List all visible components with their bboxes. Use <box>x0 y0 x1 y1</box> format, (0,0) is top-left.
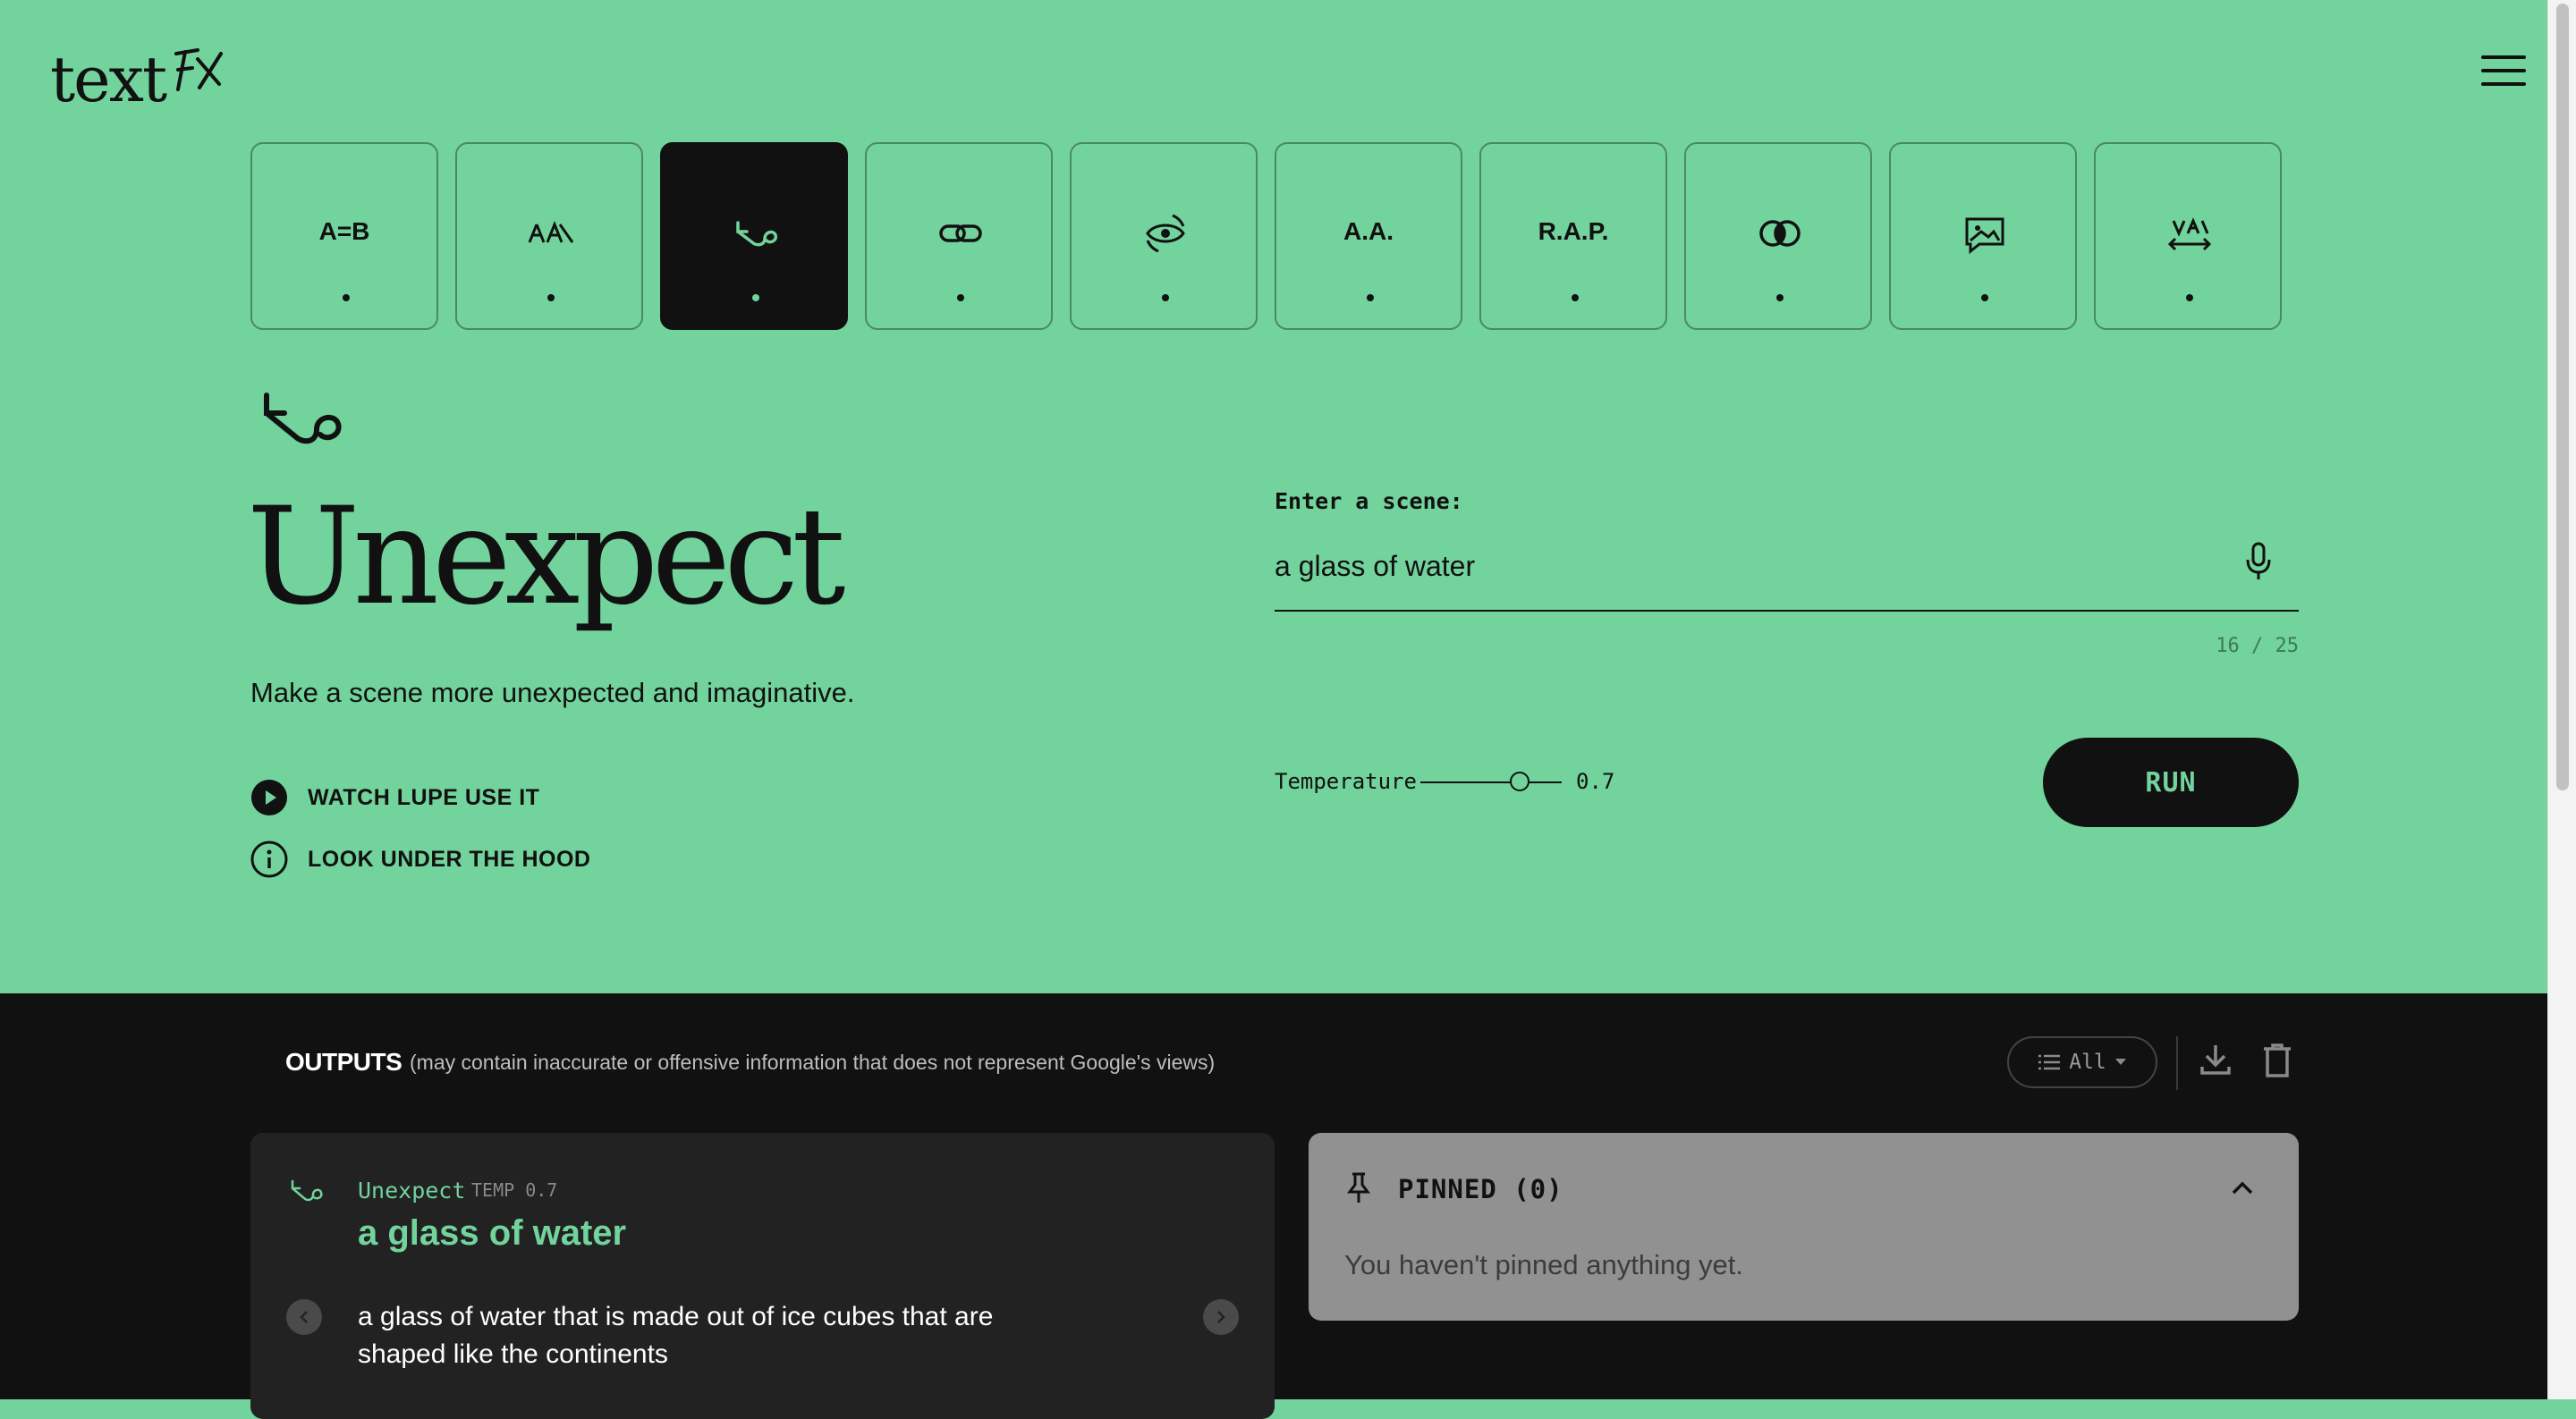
card-temperature: TEMP 0.7 <box>471 1179 558 1201</box>
tool-dot <box>547 294 555 301</box>
fx-logo-mark-icon <box>174 48 224 91</box>
tool-chain[interactable] <box>865 142 1053 330</box>
tool-scene[interactable] <box>1889 142 2077 330</box>
chevron-right-icon <box>1217 1311 1225 1323</box>
under-the-hood-link[interactable]: LOOK UNDER THE HOOD <box>250 840 590 878</box>
info-icon <box>250 840 288 878</box>
next-result-button[interactable] <box>1203 1299 1239 1335</box>
temperature-value: 0.7 <box>1576 769 1615 794</box>
tool-dot <box>1162 294 1169 301</box>
scene-input[interactable] <box>1275 536 2258 595</box>
play-icon <box>251 780 287 815</box>
tool-label: A.A. <box>1343 217 1394 245</box>
tool-alliteration[interactable]: A.A. <box>1275 142 1462 330</box>
character-count: 16 / 25 <box>2216 635 2299 657</box>
tool-dot <box>343 294 350 301</box>
card-tool-name: Unexpect <box>358 1178 466 1204</box>
output-card: Unexpect TEMP 0.7 a glass of water a gla… <box>250 1133 1275 1419</box>
chevron-left-icon <box>300 1311 308 1323</box>
outputs-title: OUTPUTS <box>285 1048 402 1076</box>
tool-pov[interactable] <box>1070 142 1258 330</box>
fuse-icon <box>2167 217 2212 251</box>
temperature-label: Temperature <box>1275 769 1417 794</box>
tool-selector: A=B A.A. R.A.P. <box>250 142 2282 330</box>
scrollbar-thumb[interactable] <box>2556 4 2569 790</box>
textfx-logo[interactable]: text <box>50 39 228 111</box>
tool-fuse[interactable] <box>1684 142 1872 330</box>
tool-unfold[interactable] <box>2094 142 2282 330</box>
pov-eye-icon <box>1146 214 1185 253</box>
tool-dot <box>1776 294 1784 301</box>
filter-label: All <box>2069 1051 2106 1074</box>
pinned-title: PINNED (0) <box>1398 1174 1563 1204</box>
intersection-icon <box>1759 220 1801 247</box>
pinned-panel: PINNED (0) You haven't pinned anything y… <box>1309 1133 2299 1321</box>
tool-unexpect[interactable] <box>660 142 848 330</box>
outputs-disclaimer: (may contain inaccurate or offensive inf… <box>410 1051 1216 1074</box>
tool-dot <box>1981 294 1988 301</box>
toolbar-divider <box>2176 1036 2178 1090</box>
download-icon[interactable] <box>2200 1043 2231 1076</box>
unexpect-icon <box>291 1179 323 1202</box>
previous-result-button[interactable] <box>286 1299 322 1335</box>
tool-acronym[interactable]: R.A.P. <box>1479 142 1667 330</box>
slider-thumb[interactable] <box>1510 772 1530 791</box>
tool-dot <box>1367 294 1374 301</box>
unexpect-icon <box>736 221 778 247</box>
tool-dot <box>2186 294 2193 301</box>
tool-description: Make a scene more unexpected and imagina… <box>250 677 855 708</box>
microphone-icon[interactable] <box>2245 542 2272 581</box>
tool-label: A=B <box>318 217 370 245</box>
watch-link-label: WATCH LUPE USE IT <box>308 784 540 810</box>
scene-image-icon <box>1965 217 2004 255</box>
outputs-section: OUTPUTS (may contain inaccurate or offen… <box>0 993 2547 1419</box>
tool-dot <box>1572 294 1579 301</box>
tool-simile[interactable]: A=B <box>250 142 438 330</box>
tool-dot <box>752 294 759 301</box>
chain-link-icon <box>939 224 982 242</box>
input-underline <box>1275 610 2299 612</box>
filter-dropdown[interactable]: All <box>2007 1036 2157 1088</box>
tool-semantic-squeeze[interactable] <box>455 142 643 330</box>
pin-icon <box>1347 1172 1370 1203</box>
temperature-slider[interactable] <box>1420 770 1562 795</box>
trash-icon[interactable] <box>2263 1043 2292 1077</box>
pinned-empty-message: You haven't pinned anything yet. <box>1344 1249 1744 1280</box>
logo-text: text <box>50 43 167 116</box>
slider-track <box>1420 781 1562 783</box>
card-scene: a glass of water <box>358 1213 627 1253</box>
tool-dot <box>957 294 964 301</box>
tool-label: R.A.P. <box>1538 217 1609 245</box>
hamburger-menu-icon[interactable] <box>2481 55 2528 88</box>
tool-title: Unexpect <box>247 479 845 635</box>
run-button[interactable]: RUN <box>2043 738 2299 827</box>
chevron-up-icon[interactable] <box>2231 1181 2254 1195</box>
hood-link-label: LOOK UNDER THE HOOD <box>308 846 591 872</box>
scene-input-label: Enter a scene: <box>1275 488 1463 514</box>
list-icon <box>2038 1054 2061 1070</box>
unexpect-icon <box>264 393 342 444</box>
semantic-squeeze-icon <box>528 220 574 243</box>
card-result-text: a glass of water that is made out of ice… <box>358 1302 994 1369</box>
caret-down-icon <box>2114 1059 2126 1065</box>
scrollbar[interactable] <box>2547 0 2576 1399</box>
watch-video-link[interactable]: WATCH LUPE USE IT <box>250 779 539 816</box>
